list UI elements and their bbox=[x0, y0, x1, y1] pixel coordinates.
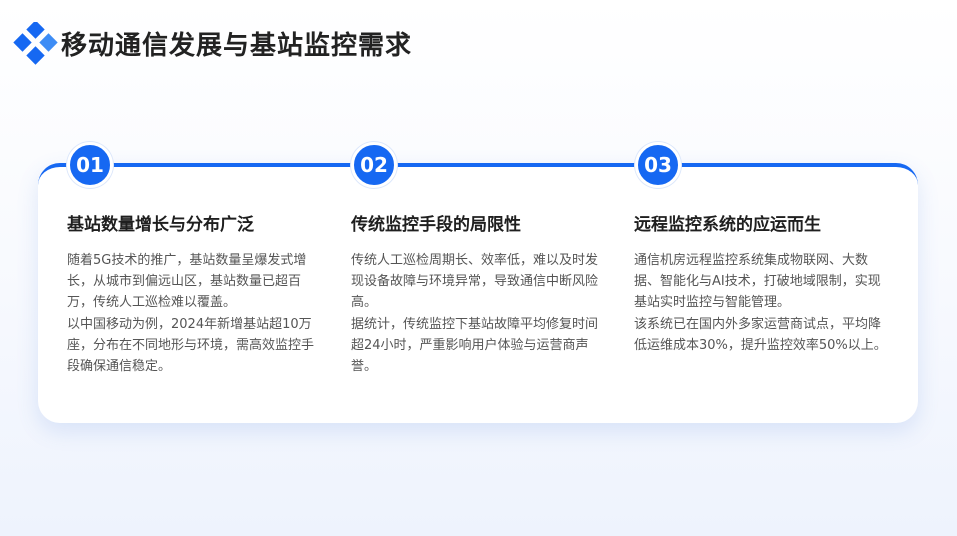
section-body: 传统人工巡检周期长、效率低，难以及时发现设备故障与环境异常，导致通信中断风险高。… bbox=[351, 250, 609, 377]
section-title: 远程监控系统的应运而生 bbox=[634, 215, 821, 235]
section-body: 通信机房远程监控系统集成物联网、大数据、智能化与AI技术，打破地域限制，实现基站… bbox=[634, 250, 892, 356]
section-title: 基站数量增长与分布广泛 bbox=[67, 215, 254, 235]
section-number-badge: 03 bbox=[635, 142, 681, 188]
section-body: 随着5G技术的推广，基站数量呈爆发式增长，从城市到偏远山区，基站数量已超百万，传… bbox=[67, 250, 325, 377]
logo-diamonds-icon bbox=[13, 22, 58, 65]
section-paragraph: 以中国移动为例，2024年新增基站超10万座，分布在不同地形与环境，需高效监控手… bbox=[67, 316, 315, 375]
section-number-badge: 01 bbox=[67, 142, 113, 188]
logo-diamond-left bbox=[13, 33, 32, 52]
section-paragraph: 据统计，传统监控下基站故障平均修复时间超24小时，严重影响用户体验与运营商声誉。 bbox=[351, 316, 599, 375]
section-number-badge: 02 bbox=[351, 142, 397, 188]
section-paragraph: 传统人工巡检周期长、效率低，难以及时发现设备故障与环境异常，导致通信中断风险高。 bbox=[351, 253, 599, 311]
logo-diamond-bottom bbox=[26, 46, 45, 65]
section-paragraph: 通信机房远程监控系统集成物联网、大数据、智能化与AI技术，打破地域限制，实现基站… bbox=[634, 253, 881, 311]
page-title: 移动通信发展与基站监控需求 bbox=[61, 31, 413, 61]
logo-diamond-right bbox=[39, 33, 58, 52]
section-paragraph: 随着5G技术的推广，基站数量呈爆发式增长，从城市到偏远山区，基站数量已超百万，传… bbox=[67, 253, 307, 311]
logo-diamond-top bbox=[26, 22, 45, 39]
section-title: 传统监控手段的局限性 bbox=[351, 215, 521, 235]
section-paragraph: 该系统已在国内外多家运营商试点，平均降低运维成本30%，提升监控效率50%以上。 bbox=[634, 316, 887, 353]
